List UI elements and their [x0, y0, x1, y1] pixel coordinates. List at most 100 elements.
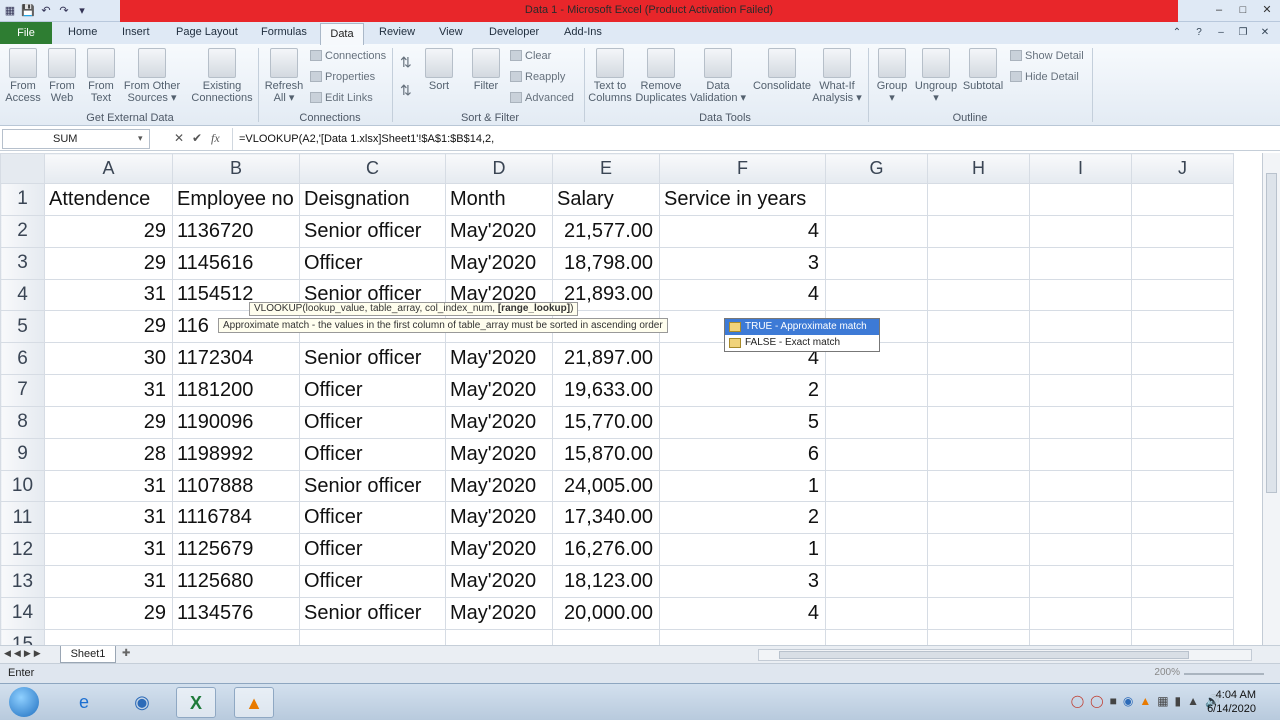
- empty-cell[interactable]: [927, 596, 1030, 630]
- empty-cell[interactable]: [1131, 596, 1234, 630]
- cell-d[interactable]: May'2020: [445, 405, 553, 439]
- sheet-tab-sheet1[interactable]: Sheet1: [60, 646, 116, 663]
- tab-developer[interactable]: Developer: [489, 26, 539, 38]
- empty-cell[interactable]: [825, 533, 928, 567]
- connections-button[interactable]: Connections: [310, 50, 386, 62]
- cell-c[interactable]: Officer: [299, 437, 446, 471]
- cell-e[interactable]: 20,000.00: [552, 596, 660, 630]
- empty-cell[interactable]: [825, 246, 928, 280]
- consolidate-button[interactable]: Consolidate: [750, 48, 814, 92]
- redo-icon[interactable]: ↷: [56, 3, 72, 19]
- empty-cell[interactable]: [1029, 405, 1132, 439]
- maximize-button[interactable]: □: [1234, 2, 1252, 18]
- workbook-close-icon[interactable]: ✕: [1258, 26, 1272, 40]
- empty-cell[interactable]: [1029, 596, 1132, 630]
- column-header-b[interactable]: B: [172, 153, 300, 184]
- empty-cell[interactable]: [825, 374, 928, 407]
- cell-a[interactable]: 31: [44, 374, 173, 407]
- cell-d[interactable]: May'2020: [445, 469, 553, 503]
- start-button[interactable]: [2, 687, 46, 718]
- column-header-f[interactable]: F: [659, 153, 826, 184]
- empty-cell[interactable]: [825, 596, 928, 630]
- cancel-icon[interactable]: ✕: [174, 131, 184, 145]
- empty-cell[interactable]: [927, 342, 1030, 376]
- empty-cell[interactable]: [1131, 246, 1234, 280]
- empty-cell[interactable]: [927, 183, 1030, 216]
- empty-cell[interactable]: [1029, 628, 1132, 645]
- excel-app-icon[interactable]: ▦: [2, 3, 18, 19]
- empty-cell[interactable]: [825, 214, 928, 248]
- filter-button[interactable]: Filter: [470, 48, 502, 92]
- empty-cell[interactable]: [1029, 469, 1132, 503]
- cell-a[interactable]: 31: [44, 533, 173, 567]
- cell-b[interactable]: 1198992: [172, 437, 300, 471]
- column-header-d[interactable]: D: [445, 153, 553, 184]
- cell-e[interactable]: 19,633.00: [552, 374, 660, 407]
- cell-e[interactable]: 21,577.00: [552, 214, 660, 248]
- tray-app-icon[interactable]: ◯: [1071, 694, 1084, 708]
- tab-file[interactable]: File: [0, 22, 52, 44]
- cell-b[interactable]: 1107888: [172, 469, 300, 503]
- minimize-button[interactable]: –: [1210, 2, 1228, 18]
- row-header[interactable]: 2: [0, 214, 45, 248]
- empty-cell[interactable]: [927, 533, 1030, 567]
- empty-cell[interactable]: [1029, 214, 1132, 248]
- empty-cell[interactable]: [1131, 374, 1234, 407]
- cell-f[interactable]: 2: [659, 374, 826, 407]
- subtotal-button[interactable]: Subtotal: [960, 48, 1006, 92]
- empty-cell[interactable]: [825, 278, 928, 312]
- empty-cell[interactable]: [927, 214, 1030, 248]
- from-text-button[interactable]: From Text: [82, 48, 120, 104]
- empty-cell[interactable]: [1029, 437, 1132, 471]
- cell-a[interactable]: 31: [44, 501, 173, 535]
- workbook-restore-icon[interactable]: ❐: [1236, 26, 1250, 40]
- cell-d[interactable]: May'2020: [445, 374, 553, 407]
- tab-home[interactable]: Home: [68, 26, 97, 38]
- cell-f[interactable]: 1: [659, 533, 826, 567]
- column-header-h[interactable]: H: [927, 153, 1030, 184]
- horizontal-scroll-thumb[interactable]: [779, 651, 1189, 659]
- cell-c[interactable]: Senior officer: [299, 596, 446, 630]
- cell-c[interactable]: Senior officer: [299, 342, 446, 376]
- tab-insert[interactable]: Insert: [122, 26, 150, 38]
- cell-e[interactable]: 18,798.00: [552, 246, 660, 280]
- empty-cell[interactable]: [1029, 501, 1132, 535]
- empty-cell[interactable]: [1029, 310, 1132, 344]
- empty-cell[interactable]: [1131, 214, 1234, 248]
- data-validation-button[interactable]: Data Validation ▾: [690, 48, 746, 104]
- row-header[interactable]: 9: [0, 437, 45, 471]
- taskbar-clock[interactable]: 4:04 AM 6/14/2020: [1207, 688, 1256, 716]
- cell-a[interactable]: 29: [44, 246, 173, 280]
- properties-button[interactable]: Properties: [310, 71, 375, 83]
- show-detail-button[interactable]: Show Detail: [1010, 50, 1084, 62]
- empty-cell[interactable]: [1131, 183, 1234, 216]
- tab-formulas[interactable]: Formulas: [261, 26, 307, 38]
- cell-f[interactable]: 2: [659, 501, 826, 535]
- empty-cell[interactable]: [927, 437, 1030, 471]
- empty-cell[interactable]: [1131, 565, 1234, 598]
- network-icon[interactable]: ▲: [1187, 694, 1199, 708]
- cell-f[interactable]: [659, 628, 826, 645]
- vertical-scroll-thumb[interactable]: [1266, 173, 1277, 493]
- cell-a[interactable]: 29: [44, 310, 173, 344]
- clear-filter-button[interactable]: Clear: [510, 50, 551, 62]
- column-header-i[interactable]: I: [1029, 153, 1132, 184]
- empty-cell[interactable]: [1131, 310, 1234, 344]
- select-all-corner[interactable]: [0, 153, 45, 184]
- empty-cell[interactable]: [825, 405, 928, 439]
- empty-cell[interactable]: [1131, 437, 1234, 471]
- cell-b[interactable]: 1190096: [172, 405, 300, 439]
- formula-input[interactable]: =VLOOKUP(A2,'[Data 1.xlsx]Sheet1'!$A$1:$…: [232, 128, 1266, 150]
- cell-b[interactable]: 1125679: [172, 533, 300, 567]
- empty-cell[interactable]: [1131, 278, 1234, 312]
- help-icon[interactable]: ?: [1192, 26, 1206, 40]
- cell-e[interactable]: 15,770.00: [552, 405, 660, 439]
- edit-links-button[interactable]: Edit Links: [310, 92, 373, 104]
- collapse-ribbon-icon[interactable]: ⌃: [1170, 26, 1184, 40]
- cell-d[interactable]: [445, 628, 553, 645]
- cell-f[interactable]: 4: [659, 278, 826, 312]
- cell-d[interactable]: May'2020: [445, 533, 553, 567]
- group-button[interactable]: Group ▾: [872, 48, 912, 104]
- empty-cell[interactable]: [825, 437, 928, 471]
- cell-d[interactable]: May'2020: [445, 437, 553, 471]
